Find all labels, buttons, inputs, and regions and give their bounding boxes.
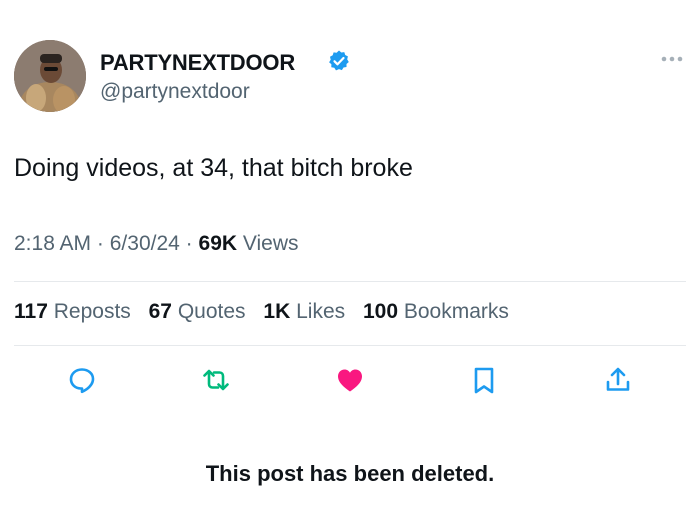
stat-label: Reposts [53,300,131,323]
deleted-notice: This post has been deleted. [205,461,495,486]
stat-count: 100 [362,300,399,323]
avatar-image [14,40,86,112]
like-button[interactable] [332,362,368,398]
post-meta: 2:18 AM · 6/30/24 · 69K Views [14,232,299,256]
repost-icon [203,369,229,391]
divider [14,281,686,282]
meta-separator: · [185,232,193,255]
stat-label: Bookmarks [403,300,509,323]
stat-bookmarks[interactable]: 100 Bookmarks [363,300,509,324]
more-options-icon[interactable] [658,52,686,66]
bookmark-icon [474,367,494,394]
verified-badge-icon [329,50,349,71]
stat-label: Quotes [177,300,246,323]
stat-count: 1K [263,300,291,323]
avatar[interactable] [14,40,86,112]
views-label: Views [242,232,299,255]
reply-icon [69,368,95,394]
stat-quotes[interactable]: 67 Quotes [149,300,246,324]
bookmark-button[interactable] [466,362,502,398]
share-button[interactable] [600,362,636,398]
post-text: Doing videos, at 34, that bitch broke [14,154,413,182]
action-bar [14,362,686,402]
stat-reposts[interactable]: 117 Reposts [14,300,131,324]
like-icon [338,369,362,392]
share-icon [606,367,630,391]
reply-button[interactable] [64,362,100,398]
repost-button[interactable] [198,362,234,398]
views-count: 69K [198,232,238,255]
divider [14,345,686,346]
engagement-stats: 117 Reposts 67 Quotes 1K Likes 100 Bookm… [14,300,521,324]
stat-count: 67 [148,300,172,323]
stat-likes[interactable]: 1K Likes [263,300,345,324]
stat-count: 117 [14,300,48,323]
display-name[interactable]: PARTYNEXTDOOR [100,50,295,76]
post-header: PARTYNEXTDOOR @partynextdoor [14,40,686,112]
post-time[interactable]: 2:18 AM [14,232,91,255]
stat-label: Likes [296,300,346,323]
handle[interactable]: @partynextdoor [100,80,250,104]
post-date[interactable]: 6/30/24 [110,232,180,255]
meta-separator: · [96,232,104,255]
